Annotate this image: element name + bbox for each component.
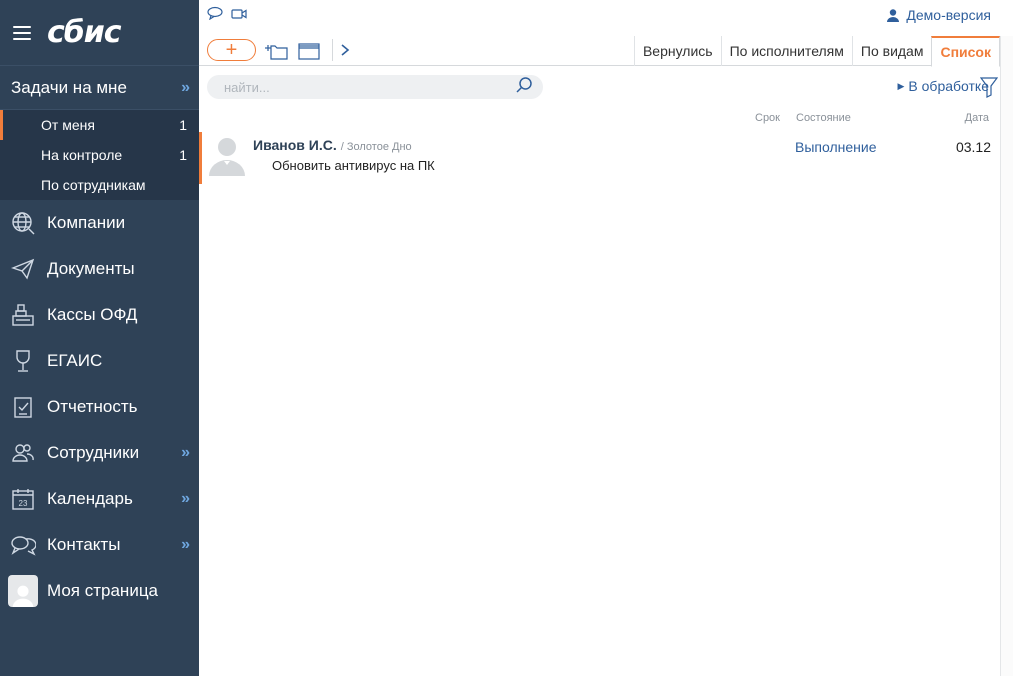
double-chevron-icon[interactable]: » <box>181 79 190 97</box>
new-folder-icon[interactable] <box>265 41 289 66</box>
nav-label: Сотрудники <box>47 443 140 462</box>
sidebar-item-label: На контроле <box>41 147 123 163</box>
sidebar-item-label: От меня <box>41 117 95 133</box>
nav-label: Документы <box>47 259 135 278</box>
sidebar-item-on-control[interactable]: На контроле 1 <box>0 140 199 170</box>
nav-label: Моя страница <box>47 581 159 600</box>
nav-label: Кассы ОФД <box>47 305 138 324</box>
sidebar-item-from-me[interactable]: От меня 1 <box>0 110 199 140</box>
tasks-section-title: Задачи на мне <box>11 77 127 97</box>
scrollbar[interactable] <box>1000 36 1013 676</box>
search-box <box>207 75 543 99</box>
caret-right-icon: ▶ <box>897 80 905 91</box>
cash-register-icon <box>8 300 38 330</box>
column-state[interactable]: Состояние <box>796 112 851 124</box>
paper-plane-icon <box>8 254 38 284</box>
calendar-icon: 23 <box>8 484 38 514</box>
nav-label: Контакты <box>47 535 121 554</box>
search-input[interactable] <box>224 79 515 95</box>
toolbar-divider <box>332 39 333 61</box>
sidebar-item-reports[interactable]: Отчетность <box>0 384 199 430</box>
author-org: / Золотое Дно <box>340 141 412 153</box>
sidebar-item-employees[interactable]: Сотрудники » <box>0 430 199 476</box>
calendar-day: 23 <box>19 499 28 508</box>
double-chevron-icon[interactable]: » <box>181 536 190 554</box>
double-chevron-icon[interactable]: » <box>181 444 190 462</box>
user-name: Демо-версия <box>906 7 991 23</box>
tasks-section-header[interactable]: Задачи на мне » <box>0 66 199 110</box>
nav-label: ЕГАИС <box>47 351 103 370</box>
nav-label: Отчетность <box>47 397 138 416</box>
sidebar-item-my-page[interactable]: Моя страница <box>0 568 199 614</box>
add-task-button[interactable]: + <box>207 39 256 61</box>
author-name: Иванов И.С. <box>253 137 337 153</box>
author-avatar <box>207 134 247 176</box>
tab-list[interactable]: Список <box>931 36 1000 67</box>
row-unread-marker <box>199 132 202 184</box>
layout-icon[interactable] <box>298 41 320 66</box>
user-menu[interactable]: Демо-версия <box>886 7 991 23</box>
sidebar-header: сбис <box>0 0 199 66</box>
topbar: Демо-версия <box>199 0 1013 32</box>
double-chevron-icon[interactable]: » <box>181 490 190 508</box>
task-author[interactable]: Иванов И.С. / Золотое Дно <box>253 137 412 153</box>
filter-icon[interactable] <box>979 76 999 103</box>
table-header: Срок Состояние Дата <box>199 112 1000 130</box>
tasks-subitems: От меня 1 На контроле 1 По сотрудникам <box>0 110 199 200</box>
wine-glass-icon <box>8 346 38 376</box>
tasks-section: Задачи на мне » От меня 1 На контроле 1 … <box>0 66 199 200</box>
task-date: 03.12 <box>955 139 991 155</box>
nav-label: Календарь <box>47 489 133 508</box>
column-date[interactable]: Дата <box>965 112 989 124</box>
status-filter-label: В обработке <box>908 78 989 94</box>
task-state[interactable]: Выполнение <box>795 139 876 155</box>
people-icon <box>8 438 38 468</box>
tab-returned[interactable]: Вернулись <box>633 36 721 66</box>
globe-icon <box>8 208 38 238</box>
view-tabs: Вернулись По исполнителям По видам Списо… <box>633 36 1000 67</box>
search-icon[interactable] <box>515 76 533 99</box>
avatar <box>8 575 38 607</box>
sidebar-item-egais[interactable]: ЕГАИС <box>0 338 199 384</box>
sidebar-item-ofd[interactable]: Кассы ОФД <box>0 292 199 338</box>
status-filter[interactable]: ▶ В обработке <box>897 78 989 94</box>
sidebar-item-documents[interactable]: Документы <box>0 246 199 292</box>
toolbar: + Вернулись По исполнителям По видам Спи… <box>199 36 1000 67</box>
task-title[interactable]: Обновить антивирус на ПК <box>272 158 435 173</box>
counter-badge: 1 <box>179 147 187 163</box>
sidebar: сбис Задачи на мне » От меня 1 На контро… <box>0 0 199 676</box>
nav-label: Компании <box>47 213 126 232</box>
tab-by-executors[interactable]: По исполнителям <box>720 36 852 66</box>
sidebar-item-by-employees[interactable]: По сотрудникам <box>0 170 199 200</box>
sidebar-item-contacts[interactable]: Контакты » <box>0 522 199 568</box>
menu-icon[interactable] <box>13 25 31 40</box>
tab-by-types[interactable]: По видам <box>851 36 932 66</box>
video-call-icon[interactable] <box>231 7 247 25</box>
column-deadline[interactable]: Срок <box>755 112 780 124</box>
counter-badge: 1 <box>179 117 187 133</box>
sidebar-item-label: По сотрудникам <box>41 177 146 193</box>
chevron-right-icon[interactable] <box>340 43 350 60</box>
report-icon <box>8 392 38 422</box>
chat-bubbles-icon <box>8 530 38 560</box>
table-row[interactable]: Иванов И.С. / Золотое Дно Обновить антиви… <box>199 132 1000 184</box>
sidebar-item-calendar[interactable]: 23 Календарь » <box>0 476 199 522</box>
logo[interactable]: сбис <box>47 15 122 50</box>
user-icon <box>887 9 900 22</box>
chat-icon[interactable] <box>207 6 223 25</box>
sidebar-item-companies[interactable]: Компании <box>0 200 199 246</box>
